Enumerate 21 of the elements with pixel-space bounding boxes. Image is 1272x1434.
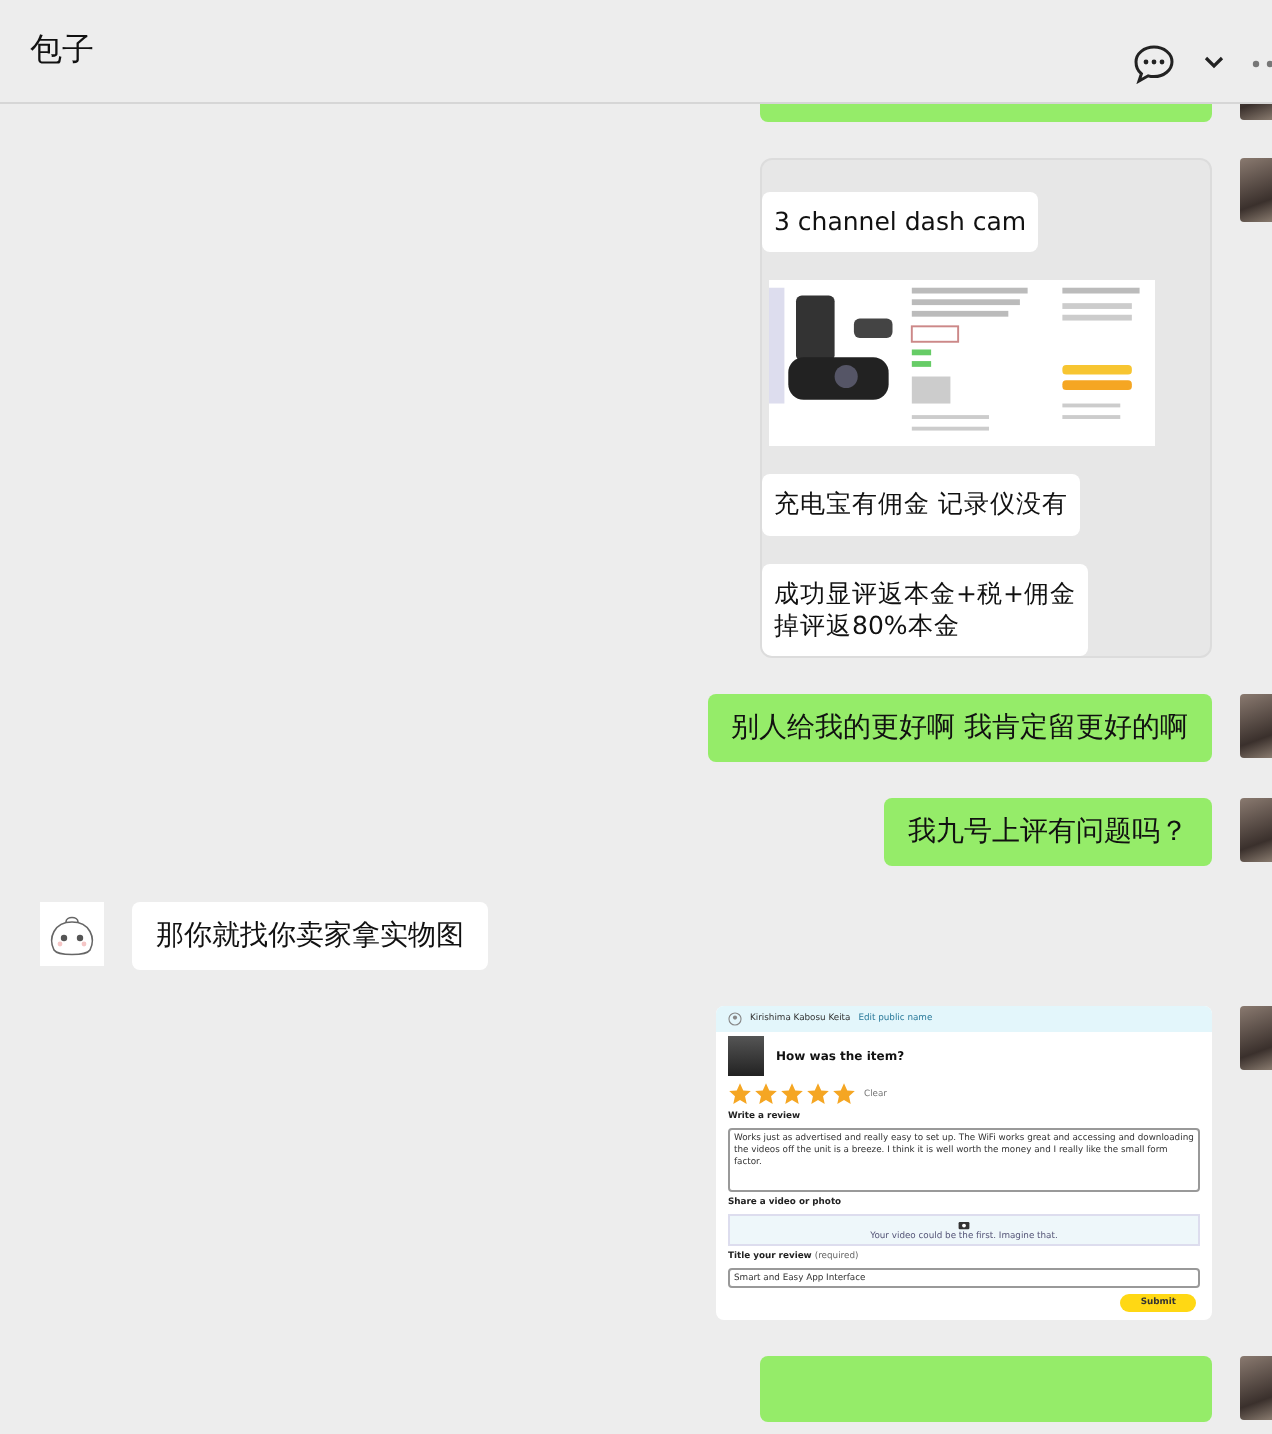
star-icon[interactable]	[754, 1082, 778, 1106]
forwarded-card[interactable]: 3 channel dash cam 充电宝有佣金 记录仪没有 成功显评返本金+税+佣金 掉评返80%本金	[760, 158, 1212, 658]
message-bubble: 3 channel dash cam	[762, 192, 1039, 253]
chat-title: 包子	[30, 30, 94, 72]
message-bubble: 充电宝有佣金 记录仪没有	[762, 474, 1080, 535]
chat-bubble-icon[interactable]	[1132, 43, 1176, 83]
message-bubble: 那你就找你卖家拿实物图	[132, 902, 488, 970]
bun-avatar-icon[interactable]	[40, 902, 104, 966]
star-icon[interactable]	[780, 1082, 804, 1106]
user-icon	[728, 1012, 742, 1026]
message-bubble: 我九号上评有问题吗？	[884, 798, 1212, 866]
message-bubble: 别人给我的更好啊 我肯定留更好的啊	[707, 694, 1212, 762]
more-icon[interactable]	[1252, 59, 1272, 67]
product-thumbnail	[728, 1036, 764, 1076]
caret-icon[interactable]	[1204, 56, 1224, 70]
message-line: 成功显评返本金+税+佣金	[774, 577, 1076, 610]
message-line: 掉评返80%本金	[774, 609, 962, 642]
star-icon[interactable]	[832, 1082, 856, 1106]
camera-icon	[958, 1219, 970, 1229]
star-icon[interactable]	[806, 1082, 830, 1106]
star-icon[interactable]	[728, 1082, 752, 1106]
